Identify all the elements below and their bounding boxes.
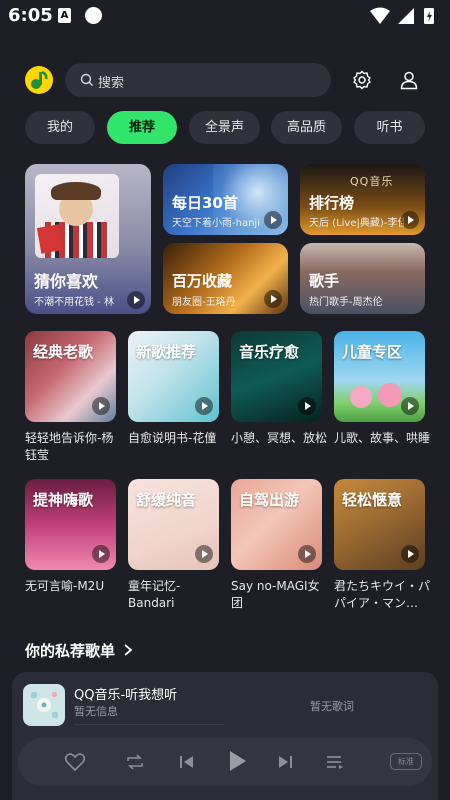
tile-caption: 儿歌、故事、哄睡 (334, 431, 431, 445)
tile-classic-oldies[interactable]: 经典老歌 (25, 331, 116, 422)
mini-player[interactable]: QQ音乐-听我想听 暂无信息 暂无歌词 标准 (12, 672, 438, 800)
tile-new-songs[interactable]: 新歌推荐 (128, 331, 219, 422)
tile-energizing-hits[interactable]: 提神嗨歌 (25, 479, 116, 570)
tab-recommend[interactable]: 推荐 (107, 111, 177, 144)
settings-gear-icon[interactable] (352, 70, 372, 90)
tile-title: 提神嗨歌 (33, 491, 94, 509)
tab-panoramic-sound[interactable]: 全景声 (189, 111, 260, 144)
tab-mine[interactable]: 我的 (25, 111, 95, 144)
tile-caption: 君たちキウイ・パパイア・マン… (334, 579, 431, 610)
notification-dot-icon (85, 7, 102, 24)
chevron-right-icon[interactable] (122, 643, 134, 657)
private-playlist-title[interactable]: 你的私荐歌单 (25, 640, 115, 661)
guess-you-like-card[interactable]: 猜你喜欢 不潮不用花钱 - 林 (25, 164, 151, 314)
lyrics-text[interactable]: 暂无歌词 (310, 698, 354, 714)
play-pause-icon[interactable] (224, 748, 250, 774)
search-icon (80, 73, 93, 86)
tile-caption: 童年记忆-Bandari (128, 579, 181, 610)
heart-icon[interactable] (64, 752, 86, 772)
tile-title: 舒缓纯音 (136, 491, 197, 509)
play-icon[interactable] (264, 290, 282, 308)
tile-title: 自驾出游 (239, 491, 300, 509)
singer-subtitle: 热门歌手-周杰伦 (309, 297, 383, 308)
signal-icon (398, 8, 414, 24)
singer-title: 歌手 (309, 272, 340, 290)
system-tray-icons (370, 7, 434, 24)
tile-caption: 轻轻地告诉你-杨钰莹 (25, 431, 114, 462)
user-profile-icon[interactable] (399, 70, 419, 90)
tile-caption: 小憩、冥想、放松 (231, 431, 328, 445)
play-icon[interactable] (298, 545, 316, 563)
search-placeholder: 搜索 (98, 76, 125, 91)
play-icon[interactable] (264, 211, 282, 229)
daily-subtitle: 天空下着小雨-hanji (172, 218, 260, 229)
track-title: QQ音乐-听我想听 (74, 688, 178, 703)
million-subtitle: 朋友圈-王珞丹 (172, 297, 236, 308)
daily-title: 每日30首 (172, 194, 238, 212)
daily-30-card[interactable]: 每日30首 天空下着小雨-hanji (163, 164, 288, 235)
charts-title: 排行榜 (309, 194, 355, 212)
quality-selector[interactable]: 标准 (390, 753, 422, 770)
million-favorites-card[interactable]: 百万收藏 朋友圈-王珞丹 (163, 243, 288, 314)
charts-brand: QQ音乐 (350, 175, 394, 188)
tile-soothing-instrumental[interactable]: 舒缓纯音 (128, 479, 219, 570)
tile-title: 新歌推荐 (136, 343, 197, 361)
search-bar[interactable]: 搜索 (65, 63, 331, 97)
tile-caption: 自愈说明书-花僮 (128, 431, 217, 445)
million-title: 百万收藏 (172, 272, 233, 290)
guess-title: 猜你喜欢 (34, 272, 99, 291)
play-icon[interactable] (401, 211, 419, 229)
tile-title: 音乐疗愈 (239, 343, 300, 361)
play-icon[interactable] (401, 397, 419, 415)
charts-card[interactable]: QQ音乐 排行榜 天后 (Live|典藏)-李佳 (300, 164, 425, 235)
album-art-icon (31, 692, 58, 718)
music-note-icon (31, 70, 48, 89)
divider (74, 724, 224, 725)
wifi-icon (370, 7, 390, 24)
play-icon[interactable] (298, 397, 316, 415)
tile-kids-zone[interactable]: 儿童专区 (334, 331, 425, 422)
playback-controls: 标准 (18, 738, 432, 786)
play-icon[interactable] (127, 291, 145, 309)
tab-label: 推荐 (128, 120, 155, 135)
tile-road-trip[interactable]: 自驾出游 (231, 479, 322, 570)
tab-label: 听书 (376, 120, 403, 135)
play-icon[interactable] (195, 545, 213, 563)
singers-card[interactable]: 歌手 热门歌手-周杰伦 (300, 243, 425, 314)
guess-subtitle: 不潮不用花钱 - 林 (34, 297, 114, 308)
tab-audiobooks[interactable]: 听书 (354, 111, 425, 144)
play-icon[interactable] (401, 545, 419, 563)
tab-high-quality[interactable]: 高品质 (271, 111, 342, 144)
tile-music-healing[interactable]: 音乐疗愈 (231, 331, 322, 422)
tile-title: 儿童专区 (342, 343, 403, 361)
tile-title: 经典老歌 (33, 343, 94, 361)
qq-music-logo[interactable] (25, 66, 53, 94)
notification-a-icon: A (58, 8, 71, 23)
repeat-icon[interactable] (124, 752, 146, 772)
track-artist: 暂无信息 (74, 705, 118, 718)
previous-track-icon[interactable] (176, 752, 198, 772)
tile-title: 轻松惬意 (342, 491, 403, 509)
charts-subtitle: 天后 (Live|典藏)-李佳 (309, 218, 404, 229)
tab-label: 全景声 (204, 120, 244, 135)
play-icon[interactable] (92, 545, 110, 563)
tab-label: 我的 (46, 120, 73, 135)
tile-relaxing[interactable]: 轻松惬意 (334, 479, 425, 570)
play-icon[interactable] (195, 397, 213, 415)
playlist-queue-icon[interactable] (324, 752, 346, 772)
play-icon[interactable] (92, 397, 110, 415)
status-time: 6:05 (8, 5, 53, 26)
tab-label: 高品质 (286, 120, 326, 135)
tile-caption: Say no-MAGI女团 (231, 579, 320, 610)
tile-caption: 无可言喻-M2U (25, 579, 105, 593)
next-track-icon[interactable] (274, 752, 296, 772)
guess-cover-art (35, 174, 119, 258)
status-bar: 6:05 A (0, 0, 450, 32)
album-cover (23, 684, 65, 726)
